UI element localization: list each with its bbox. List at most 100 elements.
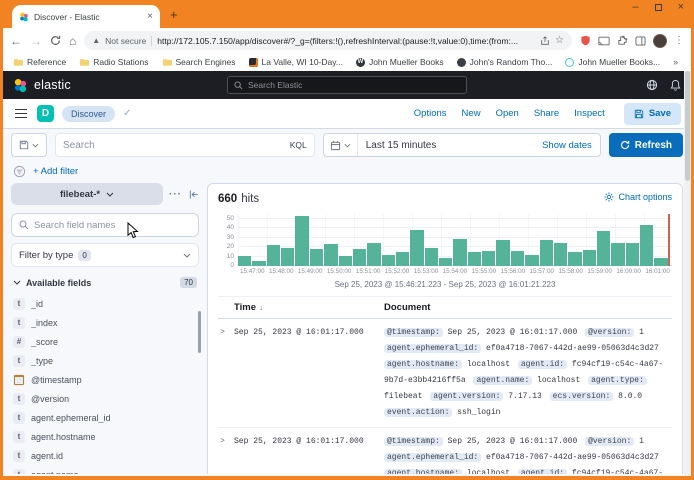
histogram-bar[interactable] (267, 245, 280, 266)
sort-descending-icon[interactable]: ↓ (259, 303, 263, 312)
histogram-bar[interactable] (410, 230, 423, 266)
field-search-input[interactable]: Search field names (11, 213, 199, 237)
histogram-bar[interactable] (511, 251, 524, 266)
histogram-bar[interactable] (281, 248, 294, 266)
histogram-bar[interactable] (324, 244, 337, 266)
inspect-button[interactable]: Inspect (574, 108, 605, 119)
histogram-bar[interactable] (482, 251, 495, 266)
histogram-bar[interactable] (468, 252, 481, 266)
calendar-button[interactable] (324, 134, 358, 156)
histogram-bar[interactable] (339, 256, 352, 266)
address-bar[interactable]: ▲ Not secure http://172.105.7.150/app/di… (84, 31, 572, 50)
forward-button[interactable]: → (30, 35, 42, 47)
share-button[interactable]: Share (534, 108, 559, 119)
histogram-bar[interactable] (496, 240, 509, 266)
expand-row-button[interactable]: > (218, 434, 234, 474)
chart-options-button[interactable]: Chart options (604, 192, 672, 202)
field-item[interactable]: @timestamp (13, 370, 197, 389)
bookmark-star-icon[interactable]: ☆ (555, 36, 564, 46)
histogram-bar[interactable] (554, 243, 567, 266)
add-filter-button[interactable]: + Add filter (33, 166, 78, 177)
page-scrollbar[interactable] (684, 71, 691, 476)
bookmark-item[interactable]: John Mueller Books... (565, 57, 660, 67)
histogram-bar[interactable] (453, 239, 466, 266)
new-button[interactable]: New (462, 108, 481, 119)
histogram-bar[interactable] (396, 252, 409, 266)
histogram-bar[interactable] (583, 250, 596, 266)
histogram-bar[interactable] (367, 243, 380, 266)
available-fields-header[interactable]: Available fields 70 (11, 277, 199, 288)
histogram-bar[interactable] (540, 240, 553, 266)
bookmark-folder[interactable]: Reference (13, 57, 66, 67)
new-tab-button[interactable]: + (170, 8, 178, 21)
global-search-input[interactable]: Search Elastic (227, 76, 467, 94)
histogram-bar[interactable] (525, 255, 538, 266)
open-button[interactable]: Open (496, 108, 519, 119)
histogram-bar[interactable] (640, 225, 653, 266)
index-pattern-select[interactable]: filebeat-* (11, 183, 163, 205)
collapse-sidebar-icon[interactable] (188, 189, 199, 200)
histogram-bar[interactable] (439, 258, 452, 266)
close-button[interactable]: × (678, 2, 684, 13)
bookmark-item[interactable]: John's Random Tho... (457, 57, 553, 67)
field-item[interactable]: t_type (13, 351, 197, 370)
histogram-bar[interactable] (353, 249, 366, 266)
globe-icon[interactable] (646, 79, 658, 91)
bookmark-folder[interactable]: Radio Stations (79, 57, 148, 67)
filter-icon[interactable] (13, 165, 26, 178)
time-range-value[interactable]: Last 15 minutes (358, 140, 437, 151)
field-item[interactable]: tagent.ephemeral_id (13, 408, 197, 427)
adblock-shield-icon[interactable] (580, 35, 591, 46)
extensions-puzzle-icon[interactable] (617, 35, 628, 46)
save-button[interactable]: Save (624, 103, 681, 125)
histogram-bar[interactable] (425, 248, 438, 266)
minimize-button[interactable]: – (632, 2, 638, 13)
bookmark-item[interactable]: WJohn Mueller Books (356, 57, 444, 67)
index-options-icon[interactable]: ··· (169, 189, 182, 200)
sidebar-scrollbar[interactable] (198, 311, 201, 353)
histogram-bar[interactable] (310, 249, 323, 266)
expand-row-button[interactable]: > (218, 325, 234, 421)
browser-tab[interactable]: Discover - Elastic × (12, 5, 160, 28)
browser-menu-icon[interactable]: ⋮ (674, 35, 684, 46)
menu-hamburger-icon[interactable] (13, 107, 29, 121)
histogram-bar[interactable] (611, 243, 624, 266)
field-item[interactable]: tagent.hostname (13, 427, 197, 446)
filter-by-type-button[interactable]: Filter by type 0 (11, 243, 199, 267)
breadcrumb[interactable]: Discover (62, 106, 115, 122)
time-column-header[interactable]: Time↓ (234, 302, 384, 313)
field-item[interactable]: tagent.id (13, 446, 197, 465)
refresh-button[interactable]: Refresh (609, 133, 683, 157)
field-item[interactable]: #_score (13, 332, 197, 351)
bookmark-item[interactable]: La Valle, WI 10-Day... (249, 57, 343, 67)
kql-language-button[interactable]: KQL (290, 140, 307, 150)
histogram-bar[interactable] (654, 258, 667, 266)
tab-close-icon[interactable]: × (147, 11, 153, 22)
histogram-bar[interactable] (382, 255, 395, 266)
show-dates-button[interactable]: Show dates (542, 140, 600, 151)
histogram-bar[interactable] (626, 243, 639, 266)
bookmark-folder[interactable]: Search Engines (162, 57, 236, 67)
saved-query-button[interactable] (11, 133, 47, 157)
share-icon[interactable] (540, 36, 550, 46)
histogram-bar[interactable] (238, 256, 251, 266)
reload-button[interactable] (50, 35, 61, 46)
profile-avatar[interactable] (653, 34, 667, 48)
options-button[interactable]: Options (414, 108, 447, 119)
side-panel-icon[interactable] (635, 36, 646, 46)
field-item[interactable]: t@version (13, 389, 197, 408)
histogram-bar[interactable] (568, 252, 581, 266)
alerts-bell-icon[interactable] (670, 79, 681, 91)
maximize-button[interactable] (655, 4, 662, 11)
space-avatar[interactable]: D (37, 105, 54, 122)
home-button[interactable]: ⌂ (69, 35, 76, 47)
histogram-bar[interactable] (252, 261, 265, 266)
field-item[interactable]: t_id (13, 294, 197, 313)
scrollbar-thumb[interactable] (685, 71, 690, 181)
back-button[interactable]: ← (10, 35, 22, 47)
histogram-bar[interactable] (295, 216, 308, 266)
histogram-bar[interactable] (597, 231, 610, 266)
field-item[interactable]: t_index (13, 313, 197, 332)
bookmarks-overflow-chevron[interactable]: » (673, 57, 678, 67)
field-item[interactable]: tagent.name (13, 465, 197, 474)
